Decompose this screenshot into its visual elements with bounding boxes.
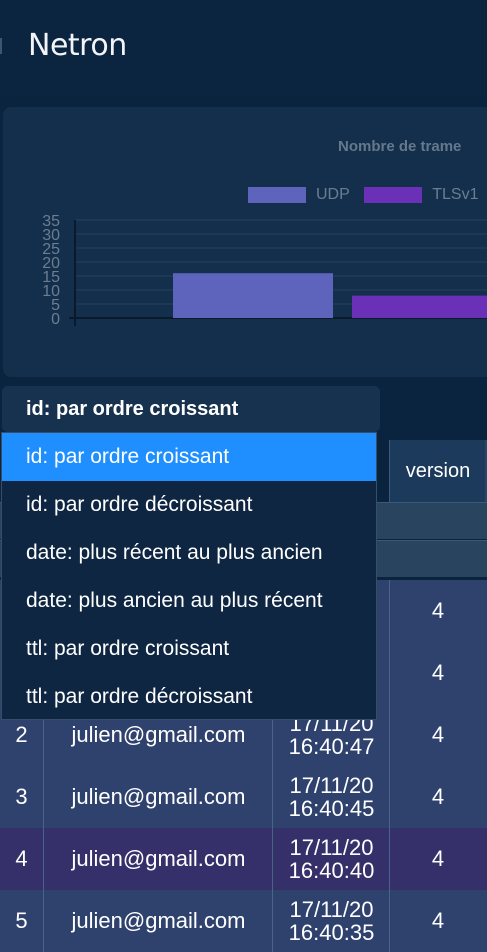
cell-version: 4 [389,580,486,642]
table-row[interactable]: 5 julien@gmail.com 17/11/20 16:40:35 4 [0,890,487,952]
cell-version: 4 [389,766,486,828]
cell-date: 17/11/20 16:40:45 [272,766,390,828]
cell-id: 4 [15,846,28,871]
sort-select-value: id: par ordre croissant [26,398,239,420]
cell-email: julien@gmail.com [43,828,273,890]
y-axis-ticks: 35302520151050 [42,213,60,328]
bar-udp[interactable] [173,273,333,318]
cell-date-day: 17/11/20 [289,835,374,860]
cell-version: 4 [389,704,486,766]
sort-option-date-newest[interactable]: date: plus récent au plus ancien [2,529,376,577]
table-row[interactable]: 4 julien@gmail.com 17/11/20 16:40:40 4 [0,828,487,890]
cell-version: 4 [389,642,486,704]
cell-date-time: 16:40:35 [288,920,375,945]
sort-option-ttl-asc[interactable]: ttl: par ordre croissant [2,625,376,673]
cell-version: 4 [389,828,486,890]
cell-id: 3 [15,784,28,809]
cell-email: julien@gmail.com [43,766,273,828]
table-row[interactable]: 3 julien@gmail.com 17/11/20 16:40:45 4 [0,766,487,828]
sort-option-date-oldest[interactable]: date: plus ancien au plus récent [2,577,376,625]
sort-option-ttl-desc[interactable]: ttl: par ordre décroissant [2,673,376,721]
cell-date: 17/11/20 16:40:35 [272,890,390,952]
chart-card: Nombre de trame UDP TLSv1 35 30 25 20 15 10 5 0… [3,107,487,377]
sort-dropdown: id: par ordre croissant id: par ordre dé… [1,432,377,720]
y-tick-label: 0 [51,311,60,328]
cell-date-time: 16:40:40 [288,858,375,883]
app-header: Netron [0,0,487,95]
menu-edge-marker [0,38,2,54]
cell-id: 5 [15,908,28,933]
bar-chart: 35302520151050 [42,213,487,328]
cell-version: 4 [389,890,486,952]
cell-date-day: 17/11/20 [289,897,374,922]
cell-date-time: 16:40:47 [288,734,375,759]
sort-option-id-asc[interactable]: id: par ordre croissant [2,433,376,481]
cell-email: julien@gmail.com [43,890,273,952]
chart-bars [173,273,487,318]
sort-option-id-desc[interactable]: id: par ordre décroissant [2,481,376,529]
sort-select[interactable]: id: par ordre croissant [2,386,380,432]
column-header-version[interactable]: version [389,440,486,502]
cell-date-time: 16:40:45 [288,796,375,821]
app-logo[interactable]: Netron [28,28,127,63]
cell-date-day: 17/11/20 [289,773,374,798]
cell-date: 17/11/20 16:40:40 [272,828,390,890]
bar-tlsv1[interactable] [352,295,487,318]
